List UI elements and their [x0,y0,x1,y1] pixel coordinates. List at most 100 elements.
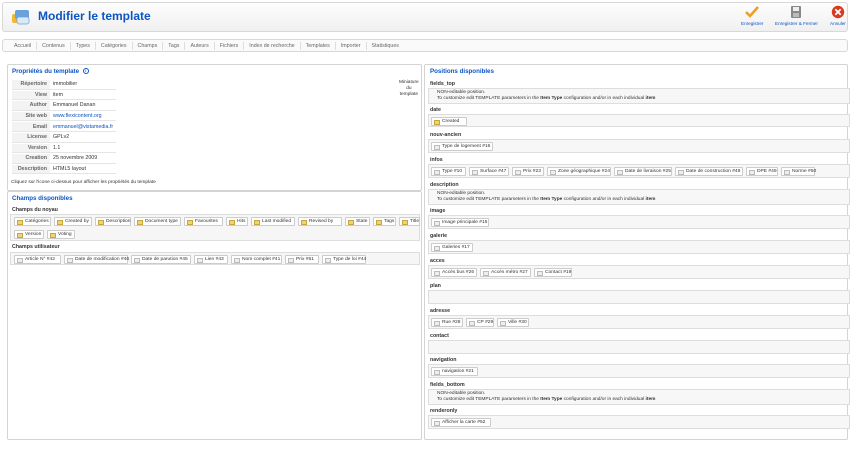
nav-item[interactable]: Statistiques [367,42,404,50]
field-chip[interactable]: Galeries #17 [431,243,473,252]
position-dropzone[interactable]: Accès bus #26 Accès métro #27 Contact #19 [428,265,850,279]
position-dropzone[interactable]: Created [428,114,850,127]
field-chip-label: Lien #43 [205,257,224,262]
nav-item[interactable]: Auteurs [185,41,215,50]
field-chip[interactable]: Accès bus #26 [431,268,477,277]
field-chip-label: Description [106,219,131,224]
position-label: fields_bottom [430,382,465,388]
cancel-label: Annuler [830,21,846,26]
field-chip[interactable]: Type de logement #16 [431,142,493,151]
field-chip[interactable]: Image principale #15 [431,218,489,227]
property-key: Répertoire [12,80,50,90]
field-chip[interactable]: Prix #51 [285,255,319,264]
field-chip[interactable]: Ville #30 [497,318,529,327]
field-icon [17,257,23,263]
field-chip[interactable]: Accès métro #27 [480,268,531,277]
field-chip[interactable]: Date de livraison #25 [614,167,672,176]
position-note-part: To customize edit TEMPLATE parameters in… [437,197,541,202]
field-chip[interactable]: Norme #50 [781,167,816,176]
position-dropzone[interactable] [428,340,850,354]
field-chip[interactable]: State [345,217,370,226]
position-dropzone[interactable]: NON-editable position. To customize edit … [428,88,850,104]
nav-item[interactable]: Index de recherche [244,41,301,50]
field-chip[interactable]: CP #29 [466,318,494,327]
field-chip[interactable]: Revised by [298,217,342,226]
position-dropzone[interactable]: navigation #21 [428,364,850,378]
field-chip[interactable]: navigation #21 [431,367,478,376]
save-close-button[interactable]: Enregistrer & Fermer [775,5,818,26]
nav-item[interactable]: Fichiers [215,41,245,50]
field-chip[interactable]: Document type [134,217,181,226]
position-label: fields_top [430,81,456,87]
field-chip[interactable]: Hits [226,217,248,226]
field-chip-label: Created by [65,219,89,224]
field-chip[interactable]: Favourites [184,217,223,226]
field-chip-label: navigation #21 [442,369,474,374]
core-field-icon [137,219,143,225]
core-field-icon [254,219,260,225]
field-icon [434,220,440,226]
field-chip[interactable]: Date de modification #46 [64,255,129,264]
nav-item[interactable]: Tags [163,41,186,50]
field-icon [434,270,440,276]
info-icon[interactable]: i [82,68,89,75]
nav-item[interactable]: Contenus [37,41,71,50]
field-chip[interactable]: Date de construction #48 [675,167,743,176]
cancel-button[interactable]: Annuler [830,5,846,26]
core-field-icon [229,219,235,225]
nav-item[interactable]: Importer [336,41,367,50]
field-icon [550,169,556,175]
property-value[interactable]: www.flexicontent.org [50,112,117,122]
field-icon [472,169,478,175]
field-chip[interactable]: Nom complet #41 [231,255,282,264]
field-chip[interactable]: Catégories [14,217,51,226]
position-dropzone[interactable]: Type #10 Surface #47 Prix #23 Zone géograph… [428,164,850,178]
field-chip[interactable]: Type #10 [431,167,466,176]
field-chip[interactable]: Voting [47,230,75,239]
field-chip[interactable]: Afficher la carte #52 [431,418,491,427]
position-dropzone[interactable]: Afficher la carte #52 [428,415,850,429]
field-chip[interactable]: Surface #47 [469,167,509,176]
field-chip[interactable]: Rue #28 [431,318,463,327]
nav-item[interactable]: Champs [133,41,164,50]
field-chip[interactable]: Title [399,217,420,226]
field-chip[interactable]: DPE #49 [746,167,778,176]
property-value[interactable]: emmanuel@vistamedia.fr [50,122,117,132]
field-chip[interactable]: Version [14,230,44,239]
property-row: Email emmanuel@vistamedia.fr [12,122,117,132]
position-note-part: Item Type [540,197,563,202]
position-dropzone[interactable]: NON-editable position. To customize edit … [428,189,850,205]
field-chip-label: Title [410,219,420,224]
field-chip[interactable]: Date de parution #45 [131,255,191,264]
field-chip-label: CP #29 [477,320,494,325]
field-chip[interactable]: Contact #19 [534,268,572,277]
position-dropzone[interactable]: Rue #28 CP #29 Ville #30 [428,315,850,329]
nav-item[interactable]: Accueil [9,41,38,50]
core-field-icon [17,219,23,225]
position-note-part: item [645,197,656,202]
field-chip[interactable]: Description [95,217,131,226]
field-chip[interactable]: Zone géographique #24 [547,167,611,176]
nav-item[interactable]: Templates [301,41,336,50]
position-dropzone[interactable] [428,290,850,304]
position-dropzone[interactable]: Image principale #15 [428,215,850,229]
position-dropzone[interactable]: Galeries #17 [428,240,850,254]
property-key: Version [12,143,50,154]
save-button[interactable]: Enregistrer [741,5,763,26]
field-chip[interactable]: Type de loi #44 [322,255,366,264]
field-chip-label: Catégories [25,219,49,224]
core-field-icon [98,219,104,225]
field-chip[interactable]: Tags [373,217,396,226]
position-dropzone[interactable]: Type de logement #16 [428,139,850,153]
field-chip[interactable]: Article N° #42 [14,255,61,264]
position-label: adresse [430,308,451,314]
property-value: item [50,91,117,101]
field-chip[interactable]: Created [431,117,467,126]
field-chip[interactable]: Prix #23 [512,167,544,176]
nav-item[interactable]: Types [71,41,96,50]
nav-item[interactable]: Catégories [96,41,133,50]
field-chip[interactable]: Lien #43 [194,255,228,264]
field-chip[interactable]: Last modified [251,217,295,226]
position-dropzone[interactable]: NON-editable position. To customize edit … [428,389,850,405]
field-chip[interactable]: Created by [54,217,92,226]
